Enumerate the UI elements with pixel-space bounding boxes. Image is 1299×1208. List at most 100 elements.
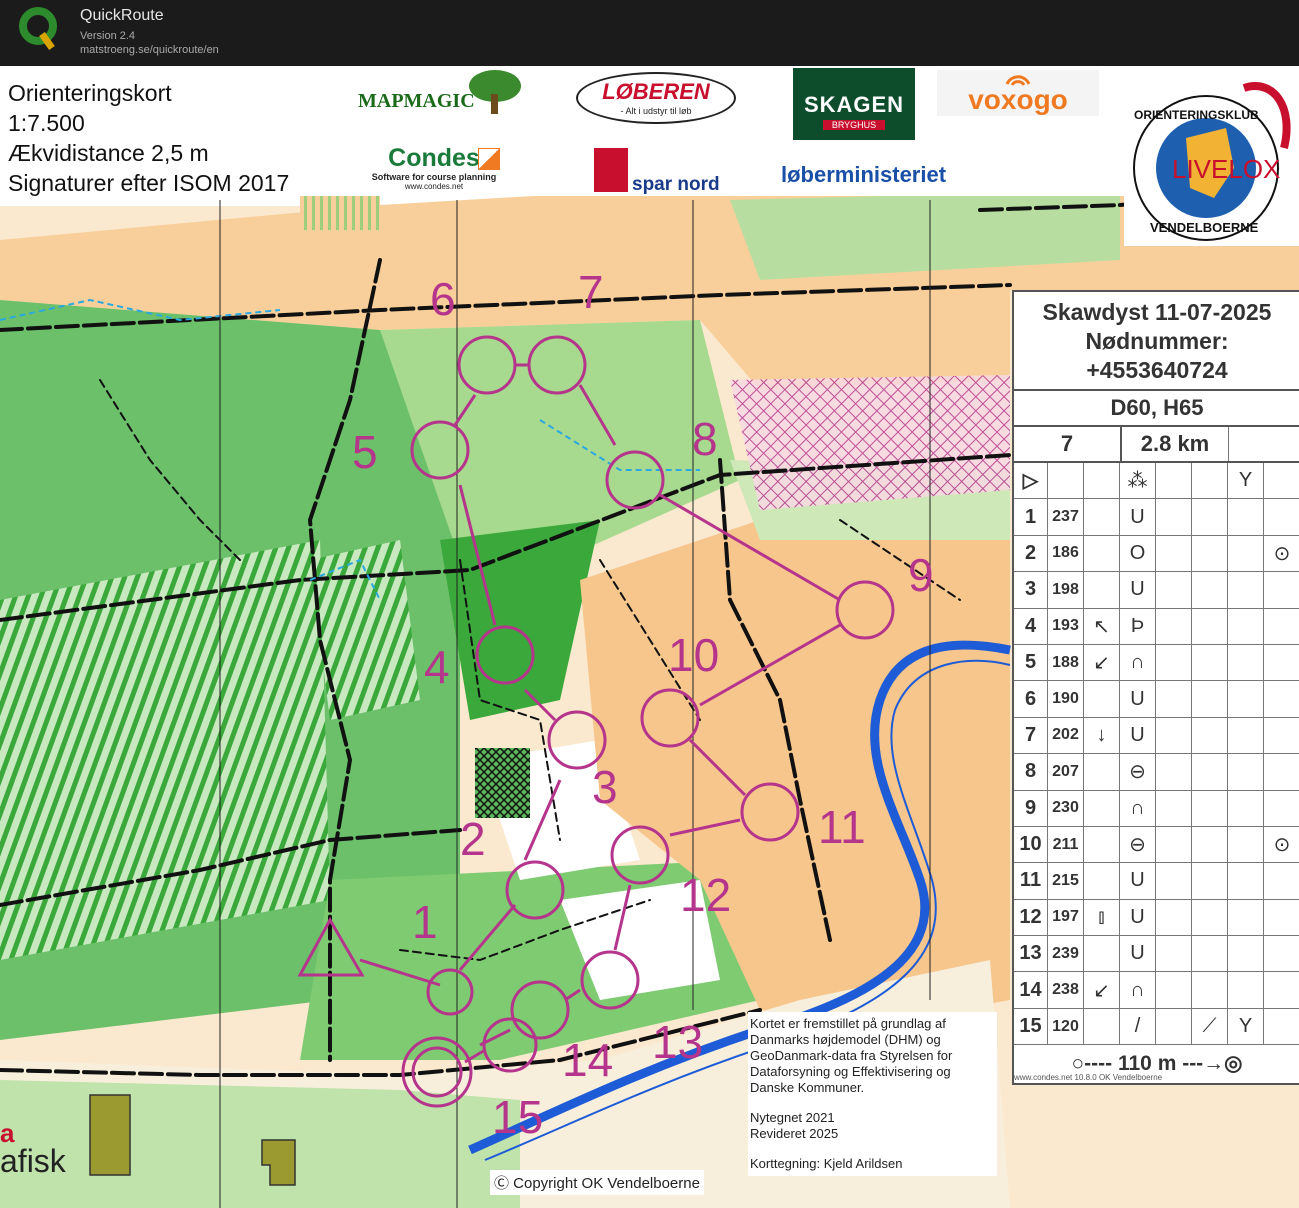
- sparnord-logo: spar nord: [594, 148, 728, 195]
- map-info: Orienteringskort 1:7.500 Ækvidistance 2,…: [8, 78, 289, 198]
- control-appearance: [1192, 499, 1228, 535]
- control-number: 13: [1014, 936, 1048, 972]
- control-row: 12 197 ⫾ U: [1014, 899, 1299, 937]
- course-label-9: 9: [908, 549, 934, 601]
- control-feature: [1156, 1008, 1192, 1045]
- control-code: 238: [1048, 972, 1084, 1008]
- control-feature: [1156, 572, 1192, 608]
- control-direction: U: [1120, 899, 1156, 936]
- course-stats: 7 2.8 km: [1014, 427, 1299, 463]
- control-which-feature: ↙: [1084, 644, 1120, 681]
- control-row: 6 190 U: [1014, 681, 1299, 718]
- control-number: 15: [1014, 1008, 1048, 1045]
- control-code: 188: [1048, 644, 1084, 681]
- control-feature: [1156, 826, 1192, 863]
- voxogo-logo: voxogo: [937, 70, 1099, 116]
- course-label-8: 8: [692, 413, 718, 465]
- control-feature: [1156, 717, 1192, 754]
- control-location: [1264, 936, 1299, 971]
- control-row: 5 188 ↙ ∩: [1014, 644, 1299, 682]
- course-label-6: 6: [430, 273, 456, 325]
- condes-version: www.condes.net 10.8.0 OK Vendelboerne: [1014, 1073, 1163, 1082]
- control-description-sheet: Skawdyst 11-07-2025 Nødnummer: +45536407…: [1012, 290, 1299, 1086]
- control-feature: [1156, 936, 1192, 972]
- course-label-11: 11: [818, 801, 866, 853]
- sparnord-icon: [594, 148, 628, 192]
- control-feature: [1156, 681, 1192, 717]
- control-appearance: [1192, 572, 1228, 608]
- control-row: 4 193 ↖ Þ: [1014, 608, 1299, 645]
- control-row: 11 215 U: [1014, 863, 1299, 900]
- control-code: 202: [1048, 717, 1084, 754]
- control-which-feature: ↓: [1084, 717, 1120, 754]
- restricted-area-east: [730, 375, 1010, 510]
- control-location: [1264, 499, 1299, 534]
- control-appearance: [1192, 608, 1228, 644]
- control-which-feature: [1084, 936, 1120, 972]
- skagen-logo: SKAGEN BRYGHUS: [793, 68, 915, 140]
- course-label-14: 14: [562, 1034, 614, 1086]
- control-row: 10 211 ⊖ ⊙: [1014, 826, 1299, 864]
- control-which-feature: [1084, 535, 1120, 572]
- loberministeriet-logo: løberministeriet: [781, 162, 947, 187]
- course-label-4: 4: [424, 641, 450, 693]
- title-bar: QuickRoute Version 2.4 matstroeng.se/qui…: [0, 0, 1299, 66]
- control-code: 120: [1048, 1008, 1084, 1045]
- control-direction: U: [1120, 499, 1156, 535]
- control-number: 7: [1014, 717, 1048, 754]
- control-direction: U: [1120, 572, 1156, 608]
- control-code: 197: [1048, 899, 1084, 936]
- control-which-feature: [1084, 826, 1120, 863]
- control-appearance: [1192, 826, 1228, 863]
- control-location: [1264, 645, 1299, 680]
- control-location: [1264, 863, 1299, 898]
- control-which-feature: [1084, 790, 1120, 826]
- control-row: 15 120 / ⟋ Y: [1014, 1008, 1299, 1046]
- control-feature: [1156, 644, 1192, 681]
- control-location: [1264, 718, 1299, 753]
- control-row: 13 239 U: [1014, 936, 1299, 973]
- control-code: 186: [1048, 535, 1084, 572]
- control-number: 14: [1014, 972, 1048, 1008]
- control-direction: U: [1120, 681, 1156, 717]
- club-logo: ORIENTERINGSKLUB LIVELOX VENDELBOERNE: [1124, 68, 1299, 246]
- control-code: 230: [1048, 790, 1084, 826]
- control-which-feature: [1084, 1008, 1120, 1045]
- course-label-12: 12: [680, 869, 732, 921]
- control-direction: U: [1120, 717, 1156, 754]
- control-feature: [1156, 499, 1192, 535]
- control-number: 12: [1014, 899, 1048, 936]
- control-row: 2 186 O ⊙: [1014, 535, 1299, 573]
- control-row: 7 202 ↓ U: [1014, 717, 1299, 755]
- course-label-15: 15: [492, 1091, 544, 1143]
- course-label-10: 10: [668, 629, 720, 681]
- control-appearance: [1192, 899, 1228, 936]
- restricted-area-small: [475, 748, 530, 818]
- control-code: 190: [1048, 681, 1084, 717]
- control-direction: U: [1120, 863, 1156, 899]
- control-location: [1264, 572, 1299, 607]
- control-number: 9: [1014, 790, 1048, 826]
- control-dimension: [1228, 499, 1264, 535]
- control-dimension: [1228, 754, 1264, 790]
- app-url[interactable]: matstroeng.se/quickroute/en: [80, 44, 219, 56]
- mapmagic-logo: MAPMAGIC: [358, 90, 475, 112]
- control-direction: Þ: [1120, 608, 1156, 644]
- quickroute-logo-icon: [19, 7, 57, 51]
- control-direction: ∩: [1120, 644, 1156, 681]
- app-title: QuickRoute: [80, 7, 164, 24]
- control-appearance: [1192, 717, 1228, 754]
- control-row: 3 198 U: [1014, 572, 1299, 609]
- control-direction: O: [1120, 535, 1156, 572]
- control-code: 198: [1048, 572, 1084, 608]
- control-which-feature: ↙: [1084, 972, 1120, 1008]
- control-dimension: [1228, 826, 1264, 863]
- credits-mapper: Korttegning: Kjeld Arildsen: [750, 1156, 903, 1171]
- control-dimension: [1228, 972, 1264, 1008]
- control-dimension: [1228, 863, 1264, 899]
- control-number: 3: [1014, 572, 1048, 608]
- control-feature: [1156, 754, 1192, 790]
- course-length: 2.8 km: [1122, 427, 1229, 461]
- control-dimension: [1228, 717, 1264, 754]
- start-row: ▷ ⁂ Y: [1014, 463, 1299, 500]
